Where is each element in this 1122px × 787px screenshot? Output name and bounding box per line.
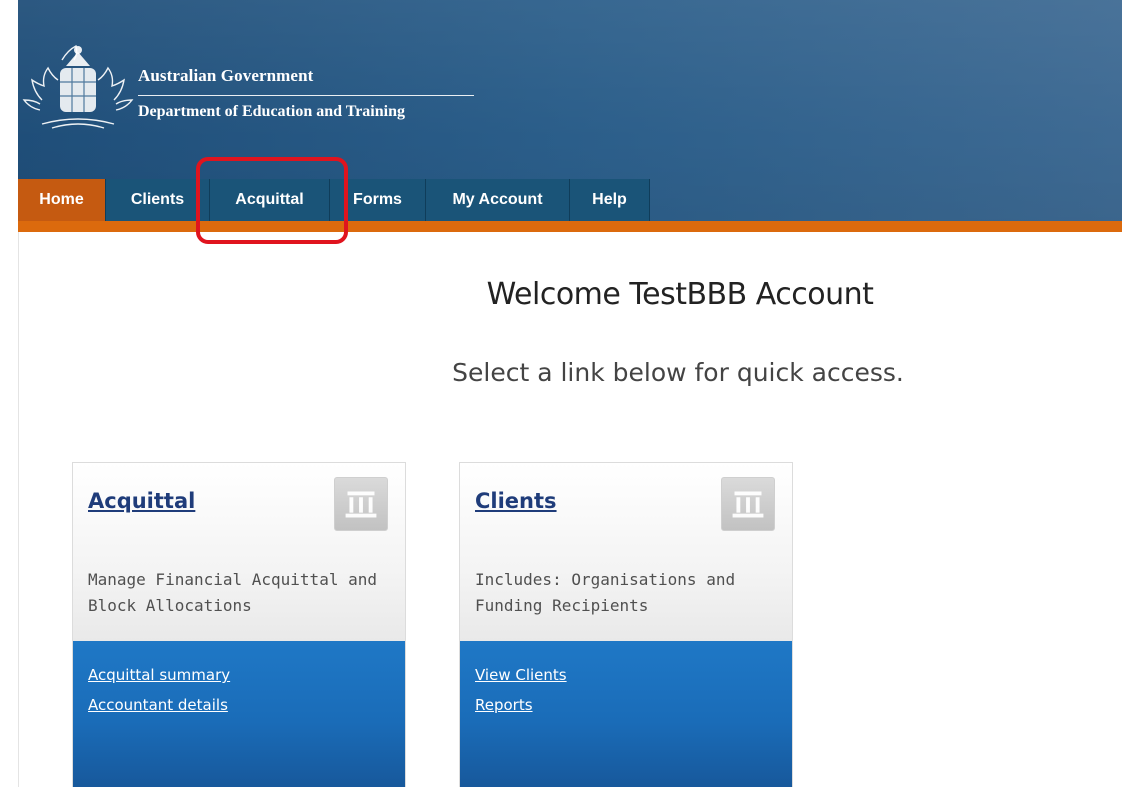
accountant-details-link[interactable]: Accountant details (88, 696, 228, 714)
clients-card-title-link[interactable]: Clients (475, 489, 557, 513)
description-line: Block Allocations (88, 596, 252, 615)
clients-card: Clients Includes: Organisations and Fund… (459, 462, 793, 787)
building-icon (334, 477, 388, 531)
department-name: Department of Education and Training (138, 103, 405, 120)
tab-clients[interactable]: Clients (106, 179, 210, 221)
government-title: Australian Government (138, 66, 314, 85)
description-line: Manage Financial Acquittal and (88, 570, 377, 589)
card-links-panel (460, 641, 792, 787)
content-left-border (18, 232, 19, 787)
header-divider (138, 95, 474, 96)
tab-my-account[interactable]: My Account (426, 179, 570, 221)
tab-help[interactable]: Help (570, 179, 650, 221)
coat-of-arms-icon (22, 44, 134, 129)
card-links-panel (73, 641, 405, 787)
nav-accent-strip (18, 221, 1122, 232)
view-clients-link[interactable]: View Clients (475, 666, 567, 684)
clients-card-description: Includes: Organisations and Funding Reci… (475, 567, 775, 619)
tab-home[interactable]: Home (18, 179, 106, 221)
acquittal-card-title-link[interactable]: Acquittal (88, 489, 195, 513)
acquittal-highlight-annotation (196, 157, 348, 244)
acquittal-summary-link[interactable]: Acquittal summary (88, 666, 230, 684)
acquittal-card-description: Manage Financial Acquittal and Block All… (88, 567, 388, 619)
quick-access-subtitle: Select a link below for quick access. (452, 358, 904, 387)
building-icon (721, 477, 775, 531)
reports-link[interactable]: Reports (475, 696, 533, 714)
acquittal-card: Acquittal Manage Financial Acquittal and… (72, 462, 406, 787)
welcome-heading: Welcome TestBBB Account (486, 277, 874, 312)
description-line: Includes: Organisations and (475, 570, 736, 589)
description-line: Funding Recipients (475, 596, 649, 615)
